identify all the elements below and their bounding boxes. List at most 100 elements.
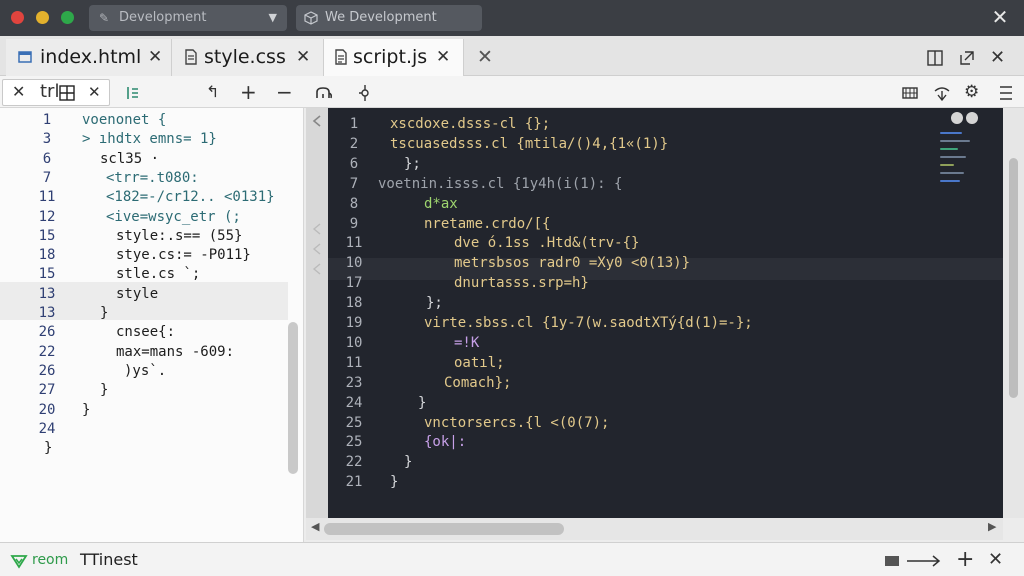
minimap[interactable] <box>936 110 1000 220</box>
line-number: 2 <box>349 135 359 152</box>
branch-icon[interactable] <box>10 543 28 576</box>
elephant-icon[interactable] <box>314 76 334 108</box>
code-line: nretame.crdo/[{ <box>424 215 551 232</box>
code-line: } <box>390 474 399 491</box>
line-number: 23 <box>345 374 363 391</box>
line-number: 24 <box>38 420 56 437</box>
workspace-select-label: Development <box>119 10 207 25</box>
line-number: 22 <box>38 343 56 360</box>
extensions-icon[interactable] <box>900 76 920 108</box>
code-line: scl35 · <box>100 150 160 167</box>
add-icon[interactable]: + <box>956 543 974 576</box>
tab-index-html[interactable]: index.html ✕ <box>6 39 172 76</box>
sync-icon[interactable] <box>932 76 952 108</box>
left-editor-pane[interactable]: 1 voenonet {3 > ıhdtx emns= 1} 6 scl35 · 7 <tr… <box>0 108 304 542</box>
css-file-icon <box>184 39 198 76</box>
code-line: virte.sbss.cl {1y-7(w.saodtXTý{d(1)=-}; <box>424 315 753 331</box>
line-number: 10 <box>345 334 363 351</box>
tab-style-css[interactable]: style.css ✕ <box>172 39 324 76</box>
git-icon[interactable] <box>356 76 374 108</box>
code-line: voenonet { <box>82 112 167 128</box>
stop-icon[interactable] <box>884 543 900 576</box>
scroll-left-icon[interactable]: ◀ <box>311 520 319 533</box>
add-icon[interactable]: + <box>240 76 257 108</box>
line-number: 24 <box>345 394 363 411</box>
line-number: 1 <box>349 116 359 132</box>
code-line: stle.cs `; <box>116 266 201 283</box>
line-number: 10 <box>345 255 363 272</box>
code-line: Comach}; <box>444 374 512 391</box>
remove-icon[interactable]: − <box>276 76 293 108</box>
left-scrollbar[interactable] <box>288 322 298 474</box>
tab-bar: index.html ✕ style.css ✕ script.js ✕ ✕ ✕ <box>0 36 1024 76</box>
tab-close-icon[interactable]: ✕ <box>296 39 310 76</box>
line-number: 9 <box>349 215 359 232</box>
code-line: metrsbsos radr0 =Xy0 <0(13)} <box>454 255 691 272</box>
code-line: > ıhdtx emns= 1} <box>82 131 217 148</box>
code-line: )ys`. <box>124 362 167 379</box>
fold-gutter[interactable] <box>306 108 328 518</box>
status-bar: reom TTinest + ✕ <box>0 542 1024 576</box>
tab-label: index.html <box>40 46 142 68</box>
close-panel-icon[interactable]: ✕ <box>990 39 1005 76</box>
workspace-select[interactable]: ✎ Development ▼ <box>89 5 287 31</box>
close-window-button[interactable] <box>11 11 24 24</box>
project-field[interactable]: We Development <box>296 5 482 31</box>
horizontal-scrollbar[interactable]: ◀ ▶ <box>306 518 1003 540</box>
tab-close-icon[interactable]: ✕ <box>436 39 450 76</box>
code-line: xscdoxe.dsss-cl {}; <box>390 116 551 132</box>
scroll-thumb[interactable] <box>324 523 564 535</box>
code-line: } <box>404 454 413 471</box>
gear-icon[interactable]: ⚙ <box>964 76 979 108</box>
tab-label: style.css <box>204 46 286 68</box>
line-number: 7 <box>42 169 52 186</box>
minimap-controls-icon[interactable] <box>950 110 980 129</box>
line-number: 26 <box>38 362 56 379</box>
maximize-window-button[interactable] <box>61 11 74 24</box>
scroll-thumb[interactable] <box>1009 158 1018 398</box>
scroll-right-icon[interactable]: ▶ <box>988 520 996 533</box>
line-number: 6 <box>349 155 359 172</box>
ide-window: ✎ Development ▼ We Development ✕ index.h… <box>0 0 1024 576</box>
line-number: 19 <box>345 315 363 331</box>
code-line: } <box>44 440 53 457</box>
line-number: 27 <box>38 382 56 399</box>
code-editor[interactable]: 1 xscdoxe.dsss-cl {}; 2 tscuasedsss.cl {mti… <box>328 108 1003 518</box>
open-external-icon[interactable] <box>958 39 976 76</box>
code-line: vnctorsercs.{l <(0(7); <box>424 414 610 431</box>
code-line: style <box>116 285 159 302</box>
close-icon[interactable]: ✕ <box>988 543 1003 576</box>
code-line: } <box>100 382 109 399</box>
close-all-tabs-icon[interactable]: ✕ <box>472 39 498 76</box>
tab-label: script.js <box>353 46 428 68</box>
close-icon[interactable]: ✕ <box>12 76 25 108</box>
branch-label[interactable]: reom <box>32 543 68 576</box>
arrow-left-icon[interactable]: ↰ <box>206 76 219 108</box>
line-number: 26 <box>38 324 56 341</box>
code-line: =!K <box>454 334 480 351</box>
code-line: <182=-/cr12.. <0131} <box>106 189 275 206</box>
split-editor-icon[interactable] <box>926 39 944 76</box>
code-line: } <box>100 305 109 321</box>
vertical-scrollbar[interactable] <box>1003 108 1024 518</box>
debug-icon[interactable] <box>124 76 142 108</box>
line-number: 25 <box>345 414 363 431</box>
line-number: 15 <box>38 266 56 283</box>
code-line: oatıl; <box>454 354 505 371</box>
minimize-window-button[interactable] <box>36 11 49 24</box>
code-line: dnurtasss.srp=h} <box>454 275 589 292</box>
tab-close-icon[interactable]: ✕ <box>148 39 162 76</box>
close-icon[interactable]: ✕ <box>988 4 1012 30</box>
tab-script-js[interactable]: script.js ✕ <box>324 39 464 76</box>
html-file-icon <box>18 39 32 76</box>
grid-icon <box>59 76 75 108</box>
arrow-right-icon[interactable] <box>906 543 942 576</box>
line-number: 22 <box>345 454 363 471</box>
close-icon[interactable]: ✕ <box>88 76 101 108</box>
code-line: dve ó.1ss .Htd&(trv-{} <box>454 235 640 252</box>
project-label: We Development <box>325 10 437 25</box>
more-icon[interactable] <box>998 76 1014 108</box>
code-line: <trr=.t080: <box>106 169 199 186</box>
code-line: }; <box>404 155 421 172</box>
line-number: 7 <box>349 175 359 192</box>
